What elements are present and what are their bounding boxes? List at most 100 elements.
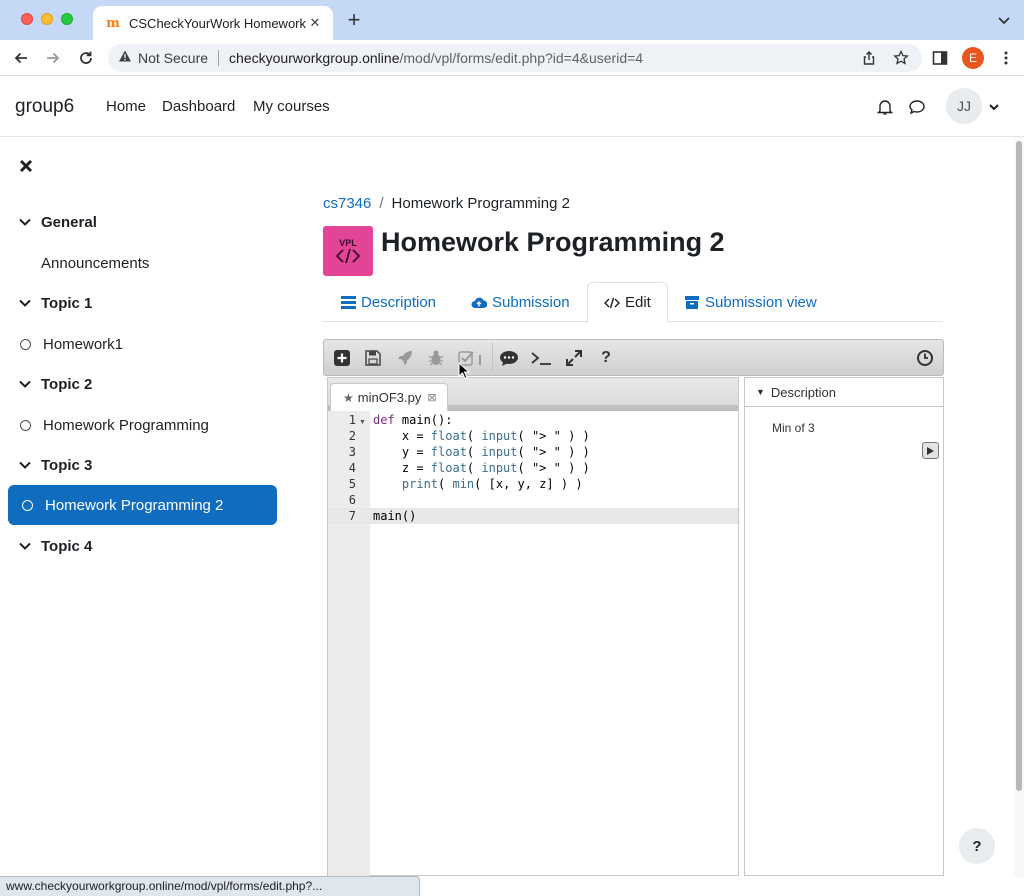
new-tab-button[interactable]: +	[343, 9, 365, 31]
code-icon	[604, 296, 620, 310]
section-topic-3[interactable]: Topic 3	[18, 453, 92, 477]
course-item-homework-programming[interactable]: Homework Programming	[18, 413, 209, 437]
chevron-down-icon[interactable]	[18, 377, 32, 391]
comments-button[interactable]	[495, 344, 523, 372]
chevron-down-icon[interactable]	[18, 215, 32, 229]
console-button[interactable]	[527, 344, 555, 372]
line-number: 5	[348, 477, 356, 491]
line-number: 4	[348, 461, 356, 475]
editor-toolbar: ?	[323, 339, 944, 376]
nav-my-courses-link[interactable]: My courses	[253, 98, 330, 115]
warning-icon[interactable]	[118, 49, 132, 68]
course-item-label: Announcements	[41, 254, 150, 272]
share-icon[interactable]	[860, 49, 878, 67]
line-number: 7	[348, 509, 356, 523]
code-line[interactable]: y = float( input( "> " ) )	[373, 445, 590, 459]
run-rocket-button[interactable]	[391, 344, 419, 372]
new-file-button[interactable]	[328, 344, 356, 372]
play-icon[interactable]	[922, 442, 939, 459]
chevron-down-icon[interactable]	[18, 458, 32, 472]
messages-icon[interactable]	[907, 97, 927, 117]
forward-button[interactable]	[41, 46, 65, 70]
section-title: Topic 1	[41, 294, 93, 312]
address-bar[interactable]: Not Secure checkyourworkgroup.online /mo…	[108, 44, 922, 72]
archive-icon	[684, 295, 700, 309]
chevron-down-icon[interactable]	[18, 296, 32, 310]
vpl-activity-icon: VPL	[323, 226, 373, 276]
tab-submission-view[interactable]: Submission view	[684, 282, 817, 322]
section-title: Topic 2	[41, 375, 93, 393]
section-title: Topic 4	[41, 537, 93, 555]
user-avatar[interactable]: JJ	[946, 88, 982, 124]
mouse-cursor-icon	[458, 362, 470, 380]
browser-tab[interactable]: m CSCheckYourWork Homework ✕	[93, 6, 333, 40]
browser-tab-title: CSCheckYourWork Homework	[129, 15, 307, 31]
section-title: General	[41, 213, 97, 231]
moodle-favicon-icon: m	[106, 15, 120, 31]
description-header[interactable]: ▼ Description	[745, 378, 943, 407]
close-file-icon[interactable]: ⊠	[427, 391, 436, 404]
tab-submission[interactable]: Submission	[471, 282, 570, 322]
vpl-icon-label: VPL	[339, 237, 357, 248]
fold-arrow-icon[interactable]: ▼	[359, 419, 366, 426]
minimize-window-button[interactable]	[41, 13, 53, 25]
chevron-down-icon[interactable]	[18, 539, 32, 553]
section-topic-4[interactable]: Topic 4	[18, 534, 92, 558]
question-mark-icon: ?	[601, 349, 611, 366]
bookmark-star-icon[interactable]	[892, 49, 910, 67]
reload-button[interactable]	[74, 46, 98, 70]
code-line[interactable]: main()	[373, 509, 416, 523]
description-header-label: Description	[770, 384, 836, 400]
notifications-bell-icon[interactable]	[875, 97, 895, 117]
maximize-window-button[interactable]	[61, 13, 73, 25]
timer-clock-button[interactable]	[911, 344, 939, 372]
section-title: Topic 3	[41, 456, 93, 474]
list-icon	[340, 295, 356, 309]
section-topic-2[interactable]: Topic 2	[18, 372, 92, 396]
breadcrumb-current: Homework Programming 2	[391, 195, 570, 212]
tab-search-chevron-icon[interactable]	[994, 10, 1014, 30]
debug-bug-button[interactable]	[422, 344, 450, 372]
back-button[interactable]	[9, 46, 33, 70]
security-label[interactable]: Not Secure	[138, 50, 208, 66]
browser-profile-avatar[interactable]: E	[962, 47, 984, 69]
nav-dashboard-link[interactable]: Dashboard	[162, 98, 235, 115]
section-topic-1[interactable]: Topic 1	[18, 291, 92, 315]
tab-label: Submission	[492, 293, 570, 311]
code-line[interactable]: print( min( [x, y, z] ) )	[373, 477, 583, 491]
save-button[interactable]	[359, 344, 387, 372]
line-number: 3	[348, 445, 356, 459]
file-tab-bar: ★ minOF3.py ⊠	[328, 378, 738, 411]
tab-edit[interactable]: Edit	[587, 282, 668, 323]
course-item-announcements[interactable]: Announcements	[41, 251, 149, 275]
close-tab-icon[interactable]: ✕	[307, 15, 323, 31]
close-drawer-icon[interactable]	[18, 158, 34, 174]
breadcrumb-course-link[interactable]: cs7346	[323, 195, 371, 212]
browser-menu-icon[interactable]	[994, 46, 1018, 70]
file-tab[interactable]: ★ minOF3.py ⊠	[330, 383, 448, 411]
code-line[interactable]: x = float( input( "> " ) )	[373, 429, 590, 443]
code-line[interactable]: z = float( input( "> " ) )	[373, 461, 590, 475]
site-navbar: group6 Home Dashboard My courses JJ	[0, 77, 1024, 137]
tab-description[interactable]: Description	[340, 282, 436, 322]
nav-home-link[interactable]: Home	[106, 98, 146, 115]
tab-label: Edit	[625, 294, 651, 311]
course-item-homework-programming-2[interactable]: Homework Programming 2	[8, 485, 277, 525]
course-item-label: Homework1	[43, 335, 124, 353]
help-button[interactable]: ?	[592, 344, 620, 372]
page-scrollbar[interactable]	[1014, 137, 1024, 877]
code-line[interactable]: def main():	[373, 413, 452, 427]
site-brand[interactable]: group6	[15, 96, 74, 118]
browser-tabstrip: m CSCheckYourWork Homework ✕ +	[0, 0, 1024, 40]
side-panel-icon[interactable]	[928, 46, 952, 70]
page-help-button[interactable]: ?	[959, 828, 995, 864]
course-item-homework1[interactable]: Homework1	[18, 332, 123, 356]
fullscreen-button[interactable]	[560, 344, 588, 372]
section-general[interactable]: General	[18, 210, 97, 234]
page-scrollbar-thumb[interactable]	[1016, 141, 1022, 791]
tab-label: Submission view	[705, 293, 817, 311]
line-number: 1	[348, 413, 356, 427]
close-window-button[interactable]	[21, 13, 33, 25]
user-menu-chevron-icon[interactable]	[988, 100, 1000, 112]
description-text: Min of 3	[772, 421, 815, 435]
